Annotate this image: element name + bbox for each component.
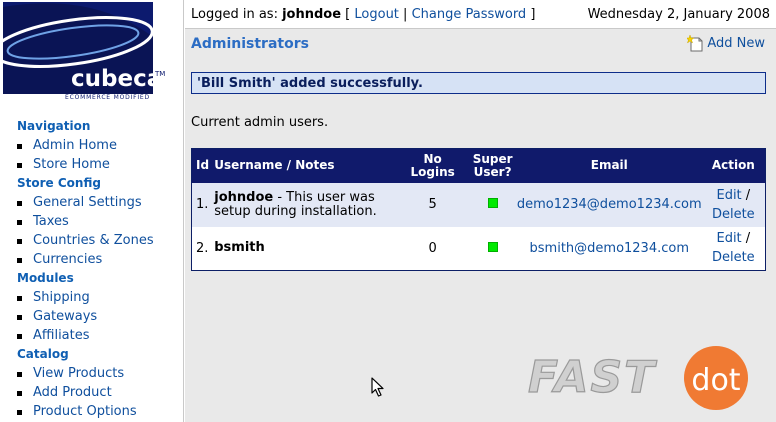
- top-bar: Logged in as: johndoe [ Logout | Change …: [185, 0, 776, 29]
- sidebar-item-affiliates[interactable]: Affiliates: [17, 326, 182, 345]
- bullet-icon: [17, 258, 22, 263]
- super-user-indicator-icon: [487, 241, 498, 252]
- section-catalog: Catalog: [17, 347, 69, 361]
- bullet-icon: [17, 239, 22, 244]
- logo-tm: TM: [154, 70, 165, 78]
- header-logins: No Logins: [396, 148, 469, 183]
- header-id: Id: [191, 148, 214, 183]
- table-row: 1. johndoe - This user was setup during …: [191, 182, 766, 227]
- row-id: 1.: [191, 182, 214, 227]
- logo-brand-text: cubecart: [71, 66, 183, 92]
- bullet-icon: [17, 144, 22, 149]
- row-email[interactable]: bsmith@demo1234.com: [516, 226, 702, 271]
- sidebar-nav: Navigation Admin Home Store Home Store C…: [17, 117, 182, 421]
- sidebar-item-admin-home[interactable]: Admin Home: [17, 136, 182, 155]
- page-title: Administrators: [191, 36, 309, 52]
- cubecart-logo[interactable]: cubecart TM ECOMMERCE MODIFIED: [3, 2, 183, 102]
- super-user-indicator-icon: [487, 198, 498, 208]
- login-status: Logged in as: johndoe [ Logout | Change …: [191, 7, 536, 22]
- add-new-link[interactable]: Add New: [687, 35, 765, 52]
- row-super-user: [468, 226, 517, 271]
- watermark-fast-text: FAST: [528, 352, 657, 403]
- section-store-config: Store Config: [17, 176, 101, 190]
- section-navigation: Navigation: [17, 119, 91, 133]
- sidebar-item-shipping[interactable]: Shipping: [17, 288, 182, 307]
- row-email[interactable]: demo1234@demo1234.com: [516, 182, 702, 227]
- delete-link[interactable]: Delete: [712, 250, 755, 265]
- bullet-icon: [17, 391, 22, 396]
- sidebar-item-store-home[interactable]: Store Home: [17, 155, 182, 174]
- table-header-row: Id Username / Notes No Logins Super User? …: [191, 148, 766, 183]
- header-super-user: Super User?: [468, 148, 517, 183]
- logo-tagline: ECOMMERCE MODIFIED: [65, 94, 150, 101]
- section-modules: Modules: [17, 271, 74, 285]
- sidebar-item-countries-zones[interactable]: Countries & Zones: [17, 231, 182, 250]
- logout-link[interactable]: Logout: [354, 7, 399, 22]
- bullet-icon: [17, 163, 22, 168]
- row-id: 2.: [191, 226, 214, 271]
- intro-text: Current admin users.: [191, 115, 329, 130]
- sidebar-item-add-product[interactable]: Add Product: [17, 383, 182, 402]
- bullet-icon: [17, 201, 22, 206]
- header-username: Username / Notes: [213, 148, 397, 183]
- header-action: Action: [701, 148, 766, 183]
- table-row: 2. bsmith 0 bsmith@demo1234.com Edit / De…: [191, 226, 766, 271]
- mouse-cursor-icon: [371, 377, 384, 397]
- admin-users-table: Id Username / Notes No Logins Super User? …: [191, 148, 766, 271]
- edit-link[interactable]: Edit: [716, 231, 741, 246]
- sidebar-item-currencies[interactable]: Currencies: [17, 250, 182, 269]
- fastdot-watermark: FAST dot: [528, 346, 748, 410]
- change-password-link[interactable]: Change Password: [412, 7, 527, 22]
- bullet-icon: [17, 410, 22, 415]
- bullet-icon: [17, 315, 22, 320]
- current-date: Wednesday 2, January 2008: [587, 7, 770, 22]
- header-email: Email: [516, 148, 702, 183]
- sidebar-item-taxes[interactable]: Taxes: [17, 212, 182, 231]
- row-logins: 0: [396, 226, 469, 271]
- bullet-icon: [17, 372, 22, 377]
- success-message: 'Bill Smith' added successfully.: [191, 72, 766, 94]
- delete-link[interactable]: Delete: [712, 207, 755, 222]
- sidebar-item-general-settings[interactable]: General Settings: [17, 193, 182, 212]
- row-actions: Edit / Delete: [701, 182, 766, 227]
- sidebar: cubecart TM ECOMMERCE MODIFIED Navigatio…: [0, 0, 184, 422]
- sidebar-item-gateways[interactable]: Gateways: [17, 307, 182, 326]
- row-username: johndoe - This user was setup during ins…: [213, 182, 397, 227]
- watermark-dot-text: dot: [691, 363, 740, 398]
- logged-username: johndoe: [282, 7, 342, 22]
- new-document-icon: [687, 35, 703, 52]
- edit-link[interactable]: Edit: [716, 188, 741, 203]
- bullet-icon: [17, 220, 22, 225]
- row-actions: Edit / Delete: [701, 226, 766, 271]
- sidebar-item-view-products[interactable]: View Products: [17, 364, 182, 383]
- sidebar-item-product-options[interactable]: Product Options: [17, 402, 182, 421]
- row-username: bsmith: [213, 226, 397, 271]
- row-super-user: [468, 182, 517, 227]
- bullet-icon: [17, 334, 22, 339]
- row-logins: 5: [396, 182, 469, 227]
- bullet-icon: [17, 296, 22, 301]
